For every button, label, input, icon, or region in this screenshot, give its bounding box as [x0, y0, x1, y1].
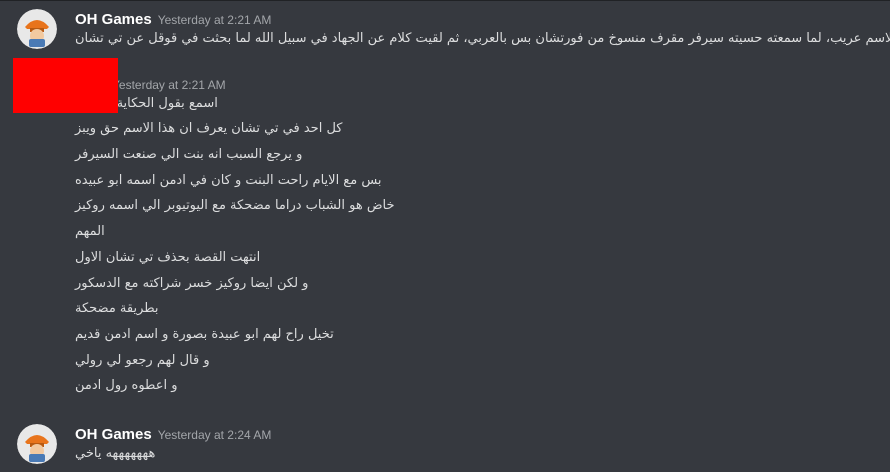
chat-message-list: OH Games Yesterday at 2:21 AM اولا الاسم … [0, 0, 890, 472]
message-header: Yesterday at 2:21 AM [112, 74, 226, 92]
username[interactable]: OH Games [75, 426, 152, 443]
message-group: Yesterday at 2:21 AM اسمع بقول الحكاية ب… [0, 1, 890, 411]
message-text: هههههههه ياخي [75, 446, 156, 461]
redaction-block [13, 58, 118, 113]
message-text: و لكن ايضا روكيز خسر شراكته مع الدسكور [75, 276, 309, 291]
message-text: بطريقة مضحكة [75, 301, 159, 316]
message-text: بس مع الايام راحت البنت و كان في ادمن اس… [75, 173, 382, 188]
message-text: و يرجع السبب انه بنت الي صنعت السيرفر [75, 147, 303, 162]
timestamp: Yesterday at 2:21 AM [112, 78, 226, 92]
message-text: خاض هو الشباب دراما مضحكة مع اليوتيوبر ا… [75, 198, 395, 213]
message-text: تخيل راح لهم ابو عبيدة بصورة و اسم ادمن … [75, 327, 334, 342]
message-group: OH Games Yesterday at 2:24 AM هههههههه يا… [0, 419, 890, 472]
message-text: المهم [75, 224, 105, 239]
message-header: OH Games Yesterday at 2:24 AM [75, 424, 272, 443]
message-text: و قال لهم رجعو لي رولي [75, 353, 210, 368]
message-text: كل احد في تي تشان يعرف ان هذا الاسم حق و… [75, 121, 343, 136]
avatar[interactable] [17, 424, 57, 464]
timestamp: Yesterday at 2:24 AM [157, 428, 272, 442]
oh-games-avatar-icon [17, 424, 57, 464]
message-text: انتهت القصة بحذف تي تشان الاول [75, 250, 261, 265]
message-text: و اعطوه رول ادمن [75, 378, 178, 393]
